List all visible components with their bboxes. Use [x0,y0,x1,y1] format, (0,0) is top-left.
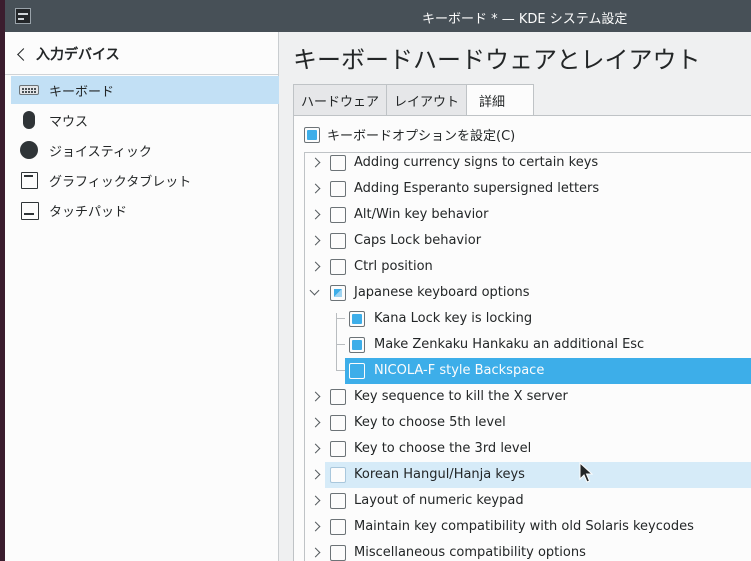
configure-options-checkbox[interactable] [304,126,320,143]
chevron-right-icon[interactable] [310,443,321,454]
page-title: キーボードハードウェアとレイアウト [293,46,701,74]
tree-item[interactable]: Key to choose 5th level [305,410,751,436]
chevron-left-icon [17,47,30,61]
chevron-right-icon[interactable] [310,391,321,402]
tree-item[interactable]: Caps Lock behavior [305,228,751,254]
tree-item[interactable]: Key sequence to kill the X server [305,384,751,410]
option-checkbox[interactable] [330,415,346,431]
tab-layouts[interactable]: レイアウト [386,84,467,116]
sidebar: 入力デバイス キーボード マウス ジョイスティック グラフィックタブレット タッ… [5,32,279,561]
option-checkbox[interactable] [330,519,346,535]
chevron-right-icon[interactable] [310,157,321,168]
option-label: Maintain key compatibility with old Sola… [354,519,694,534]
joystick-icon [19,141,39,159]
option-label: NICOLA-F style Backspace [374,363,545,378]
touchpad-icon [19,201,39,220]
option-checkbox[interactable] [330,441,346,457]
tree-item[interactable]: Maintain key compatibility with old Sola… [305,514,751,540]
tree-child-item[interactable]: Make Zenkaku Hankaku an additional Esc [305,332,751,358]
option-checkbox[interactable] [330,467,346,483]
chevron-right-icon[interactable] [310,209,321,220]
option-label: Miscellaneous compatibility options [354,545,586,560]
chevron-right-icon[interactable] [310,547,321,558]
sidebar-item-keyboard[interactable]: キーボード [11,76,279,104]
option-checkbox[interactable] [330,545,346,561]
option-label: Ctrl position [354,259,433,274]
chevron-right-icon[interactable] [310,521,321,532]
chevron-down-icon[interactable] [309,285,320,296]
option-checkbox[interactable] [330,181,346,197]
sidebar-item-mouse[interactable]: マウス [11,106,279,134]
chevron-right-icon[interactable] [310,417,321,428]
back-button[interactable]: 入力デバイス [15,43,120,65]
tree-item[interactable]: Adding Esperanto supersigned letters [305,176,751,202]
option-label: Kana Lock key is locking [374,311,533,326]
back-label: 入力デバイス [36,47,120,63]
option-label: Layout of numeric keypad [354,493,524,508]
tree-item-expanded[interactable]: Japanese keyboard options [305,280,751,306]
mouse-icon [19,111,39,129]
sidebar-item-label: タッチパッド [49,204,128,220]
sidebar-item-label: マウス [49,114,89,130]
tree-item[interactable]: Adding currency signs to certain keys [305,153,751,176]
main-content: キーボードハードウェアとレイアウト ハードウェア レイアウト 詳細 キーボードオ… [279,32,751,561]
tablet-icon [19,171,39,189]
option-checkbox[interactable] [330,259,346,275]
option-label: Adding Esperanto supersigned letters [354,181,600,196]
settings-window: キーボード * — KDE システム設定 入力デバイス キーボード マウス ジョ… [5,0,751,561]
option-label: Make Zenkaku Hankaku an additional Esc [374,337,645,352]
chevron-right-icon[interactable] [310,469,321,480]
tab-hardware[interactable]: ハードウェア [293,84,387,116]
sidebar-item-joystick[interactable]: ジョイスティック [11,136,279,164]
option-checkbox[interactable] [349,337,365,353]
option-label: Key to choose the 3rd level [354,441,532,456]
tree-item-hovered[interactable]: Korean Hangul/Hanja keys [305,462,751,488]
tree-child-item[interactable]: Kana Lock key is locking [305,306,751,332]
tree-item[interactable]: Miscellaneous compatibility options [305,540,751,561]
chevron-right-icon[interactable] [310,235,321,246]
advanced-panel: キーボードオプションを設定(C) Adding currency signs t… [293,115,751,561]
option-checkbox[interactable] [349,363,365,379]
sidebar-item-touchpad[interactable]: タッチパッド [11,196,279,224]
sidebar-item-graphics-tablet[interactable]: グラフィックタブレット [11,166,279,194]
keyboard-icon [19,85,39,95]
option-label: Korean Hangul/Hanja keys [354,467,525,482]
tab-advanced[interactable]: 詳細 [466,84,535,116]
option-label: Key sequence to kill the X server [354,389,568,404]
sidebar-item-label: ジョイスティック [49,144,152,160]
option-label: Alt/Win key behavior [354,207,489,222]
tab-bar: ハードウェア レイアウト 詳細 [293,84,535,116]
window-title: キーボード * — KDE システム設定 [422,12,628,27]
option-checkbox[interactable] [330,389,346,405]
tree-item[interactable]: Layout of numeric keypad [305,488,751,514]
option-checkbox[interactable] [330,155,346,171]
system-settings-icon[interactable] [15,8,31,24]
option-label: Caps Lock behavior [354,233,482,248]
chevron-right-icon[interactable] [310,495,321,506]
tree-child-item-selected[interactable]: NICOLA-F style Backspace [305,358,751,384]
option-checkbox-partial[interactable] [330,285,346,301]
option-checkbox[interactable] [330,233,346,249]
title-bar[interactable]: キーボード * — KDE システム設定 [5,0,751,32]
option-checkbox[interactable] [330,207,346,223]
chevron-right-icon[interactable] [310,261,321,272]
configure-options-label: キーボードオプションを設定(C) [327,129,516,144]
tree-item[interactable]: Key to choose the 3rd level [305,436,751,462]
option-label: Adding currency signs to certain keys [354,155,599,170]
configure-options-toggle[interactable]: キーボードオプションを設定(C) [304,125,515,144]
option-checkbox[interactable] [349,311,365,327]
chevron-right-icon[interactable] [310,183,321,194]
tree-item[interactable]: Alt/Win key behavior [305,202,751,228]
sidebar-item-label: キーボード [49,84,115,100]
option-checkbox[interactable] [330,493,346,509]
options-tree: Adding currency signs to certain keys Ad… [304,152,751,561]
sidebar-divider [5,74,278,75]
tree-item[interactable]: Ctrl position [305,254,751,280]
option-label: Key to choose 5th level [354,415,506,430]
option-label: Japanese keyboard options [354,285,530,300]
sidebar-item-label: グラフィックタブレット [49,174,192,190]
